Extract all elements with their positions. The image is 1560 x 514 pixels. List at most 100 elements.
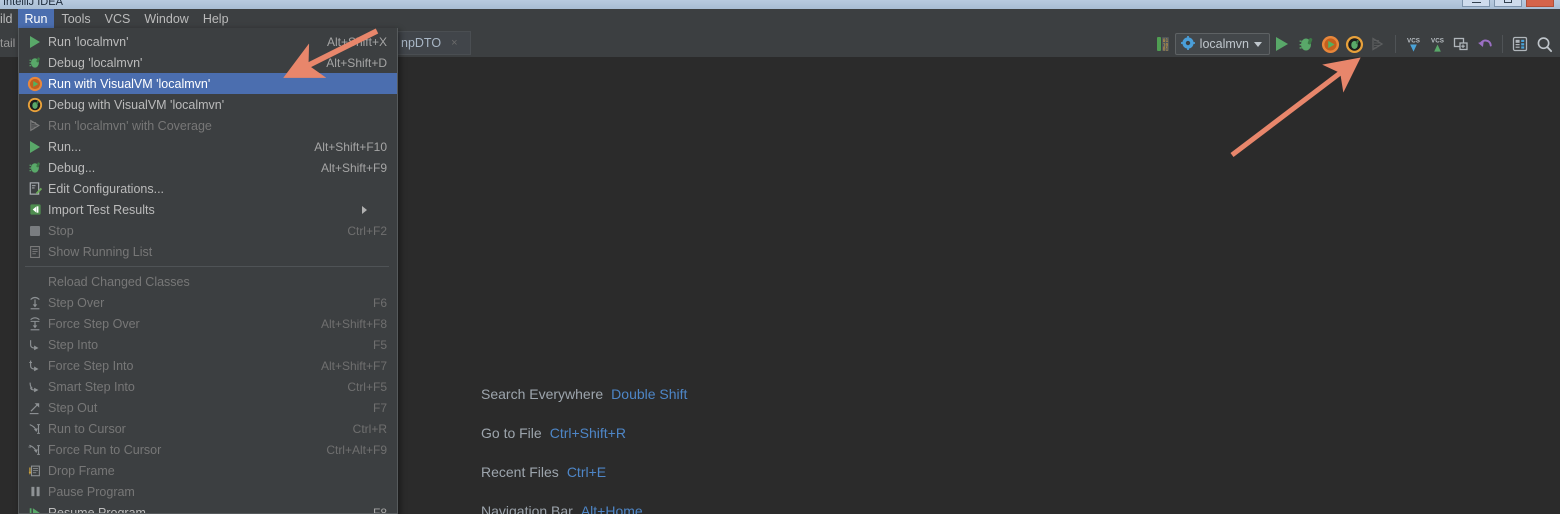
vcs-update-project-button[interactable]: VCS bbox=[1401, 32, 1425, 56]
debug-button[interactable] bbox=[1294, 32, 1318, 56]
close-button[interactable] bbox=[1526, 0, 1554, 7]
tool-window-stub-detail[interactable]: tail bbox=[0, 36, 15, 50]
window-controls bbox=[1462, 0, 1554, 7]
menu-item-force-step-into: Force Step Into Alt+Shift+F7 bbox=[19, 355, 397, 376]
import-test-results-icon bbox=[25, 202, 45, 218]
menu-run[interactable]: Run bbox=[17, 9, 55, 28]
menu-help[interactable]: Help bbox=[196, 9, 236, 28]
menu-item-label: Run 'localmvn' bbox=[48, 34, 129, 49]
menu-item-resume-program[interactable]: Resume Program F8 bbox=[19, 502, 397, 514]
menu-item-run-with-visualvm[interactable]: Run with VisualVM 'localmvn' bbox=[19, 73, 397, 94]
menu-item-shortcut: F6 bbox=[372, 295, 387, 310]
chevron-right-icon bbox=[362, 205, 387, 214]
menu-item-shortcut: Ctrl+R bbox=[352, 421, 387, 436]
menu-item-drop-frame: Drop Frame bbox=[19, 460, 397, 481]
menu-run-label: Run bbox=[24, 11, 48, 26]
run-configuration-selector[interactable]: localmvn bbox=[1174, 33, 1270, 55]
menu-item-show-running-list: Show Running List bbox=[19, 241, 397, 262]
menu-item-debug-with-visualvm[interactable]: Debug with VisualVM 'localmvn' bbox=[19, 94, 397, 115]
menu-item-run-with-coverage: Run 'localmvn' with Coverage bbox=[19, 115, 397, 136]
search-everywhere-button[interactable] bbox=[1532, 32, 1556, 56]
run-to-cursor-icon bbox=[25, 421, 45, 437]
menu-item-shortcut: F8 bbox=[372, 505, 387, 514]
menu-item-label: Resume Program bbox=[48, 505, 146, 514]
menu-item-shortcut: Alt+Shift+F9 bbox=[320, 160, 387, 175]
menu-item-label: Run with VisualVM 'localmvn' bbox=[48, 76, 211, 91]
menu-item-label: Debug with VisualVM 'localmvn' bbox=[48, 97, 225, 112]
menu-item-label: Import Test Results bbox=[48, 202, 155, 217]
smart-step-into-icon bbox=[25, 379, 45, 395]
menu-item-edit-configurations[interactable]: Edit Configurations... bbox=[19, 178, 397, 199]
debug-bug-icon bbox=[25, 160, 45, 176]
maximize-button[interactable] bbox=[1494, 0, 1522, 7]
build-project-icon[interactable]: 01 10 01 bbox=[1151, 32, 1175, 56]
hint-shortcut: Alt+Home bbox=[580, 503, 643, 514]
svg-text:01: 01 bbox=[1162, 47, 1168, 53]
show-running-list-icon bbox=[25, 244, 45, 260]
hint-row: Navigation Bar Alt+Home bbox=[481, 503, 687, 514]
editor-tab[interactable]: npDTO × bbox=[390, 31, 471, 55]
menu-item-import-test-results[interactable]: Import Test Results bbox=[19, 199, 397, 220]
svg-text:VCS: VCS bbox=[1407, 37, 1420, 44]
hint-row: Search Everywhere Double Shift bbox=[481, 386, 687, 425]
force-step-into-icon bbox=[25, 358, 45, 374]
ide-window: IntelliJ IDEA ild Run Tools VCS Window H… bbox=[0, 0, 1560, 514]
structure-button[interactable] bbox=[1508, 32, 1532, 56]
gear-icon bbox=[1180, 35, 1195, 53]
menu-item-debug-localmvn[interactable]: Debug 'localmvn' Alt+Shift+D bbox=[19, 52, 397, 73]
hint-shortcut: Double Shift bbox=[611, 386, 688, 402]
menu-item-label: Edit Configurations... bbox=[48, 181, 165, 196]
debug-with-visualvm-button[interactable] bbox=[1342, 32, 1366, 56]
visualvm-debug-icon bbox=[25, 97, 45, 113]
menu-item-shortcut: Alt+Shift+D bbox=[326, 55, 387, 70]
menu-item-debug-dialog[interactable]: Debug... Alt+Shift+F9 bbox=[19, 157, 397, 178]
menu-vcs-label: VCS bbox=[104, 11, 131, 26]
menu-item-label: Smart Step Into bbox=[48, 379, 135, 394]
hint-label: Navigation Bar bbox=[481, 503, 573, 514]
menu-item-pause-program: Pause Program bbox=[19, 481, 397, 502]
menu-item-label: Debug... bbox=[48, 160, 96, 175]
editor-tab-label: npDTO bbox=[401, 36, 442, 50]
force-step-over-icon bbox=[25, 316, 45, 332]
stop-square-icon bbox=[25, 223, 45, 239]
resume-program-icon bbox=[25, 505, 45, 513]
menu-item-label: Step Over bbox=[48, 295, 105, 310]
hint-shortcut: Ctrl+Shift+R bbox=[549, 425, 626, 441]
menu-item-label: Force Step Into bbox=[48, 358, 134, 373]
menu-separator bbox=[25, 266, 389, 267]
pause-program-icon bbox=[25, 484, 45, 500]
menu-item-run-localmvn[interactable]: Run 'localmvn' Alt+Shift+X bbox=[19, 31, 397, 52]
menu-item-step-into: Step Into F5 bbox=[19, 334, 397, 355]
run-button[interactable] bbox=[1270, 32, 1294, 56]
menu-item-step-out: Step Out F7 bbox=[19, 397, 397, 418]
menu-tools[interactable]: Tools bbox=[54, 9, 97, 28]
menu-item-label: Drop Frame bbox=[48, 463, 115, 478]
menu-item-run-dialog[interactable]: Run... Alt+Shift+F10 bbox=[19, 136, 397, 157]
toolbar-separator bbox=[1395, 35, 1396, 53]
tool-window-stub-label: tail bbox=[0, 36, 16, 50]
menu-item-label: Run to Cursor bbox=[48, 421, 126, 436]
menu-item-smart-step-into: Smart Step Into Ctrl+F5 bbox=[19, 376, 397, 397]
hint-row: Go to File Ctrl+Shift+R bbox=[481, 425, 687, 464]
vcs-commit-button[interactable]: VCS bbox=[1425, 32, 1449, 56]
menu-item-label: Show Running List bbox=[48, 244, 153, 259]
run-green-play-icon bbox=[25, 139, 45, 155]
play-icon bbox=[1276, 37, 1288, 51]
menu-vcs[interactable]: VCS bbox=[98, 9, 138, 28]
run-with-visualvm-button[interactable] bbox=[1318, 32, 1342, 56]
chevron-down-icon[interactable] bbox=[1254, 41, 1262, 47]
menu-item-shortcut: Alt+Shift+F10 bbox=[314, 139, 387, 154]
undo-button[interactable] bbox=[1473, 32, 1497, 56]
no-icon-placeholder bbox=[25, 274, 45, 290]
menu-window[interactable]: Window bbox=[137, 9, 195, 28]
close-icon[interactable]: × bbox=[451, 37, 457, 49]
menu-build[interactable]: ild bbox=[0, 9, 18, 28]
hint-row: Recent Files Ctrl+E bbox=[481, 464, 687, 503]
menu-item-label: Debug 'localmvn' bbox=[48, 55, 143, 70]
menu-item-shortcut: F5 bbox=[372, 337, 387, 352]
menu-item-shortcut: Alt+Shift+F8 bbox=[320, 316, 387, 331]
run-with-coverage-button bbox=[1366, 32, 1390, 56]
menu-item-reload-changed-classes: Reload Changed Classes bbox=[19, 271, 397, 292]
vcs-show-diff-button[interactable] bbox=[1449, 32, 1473, 56]
minimize-button[interactable] bbox=[1462, 0, 1490, 7]
